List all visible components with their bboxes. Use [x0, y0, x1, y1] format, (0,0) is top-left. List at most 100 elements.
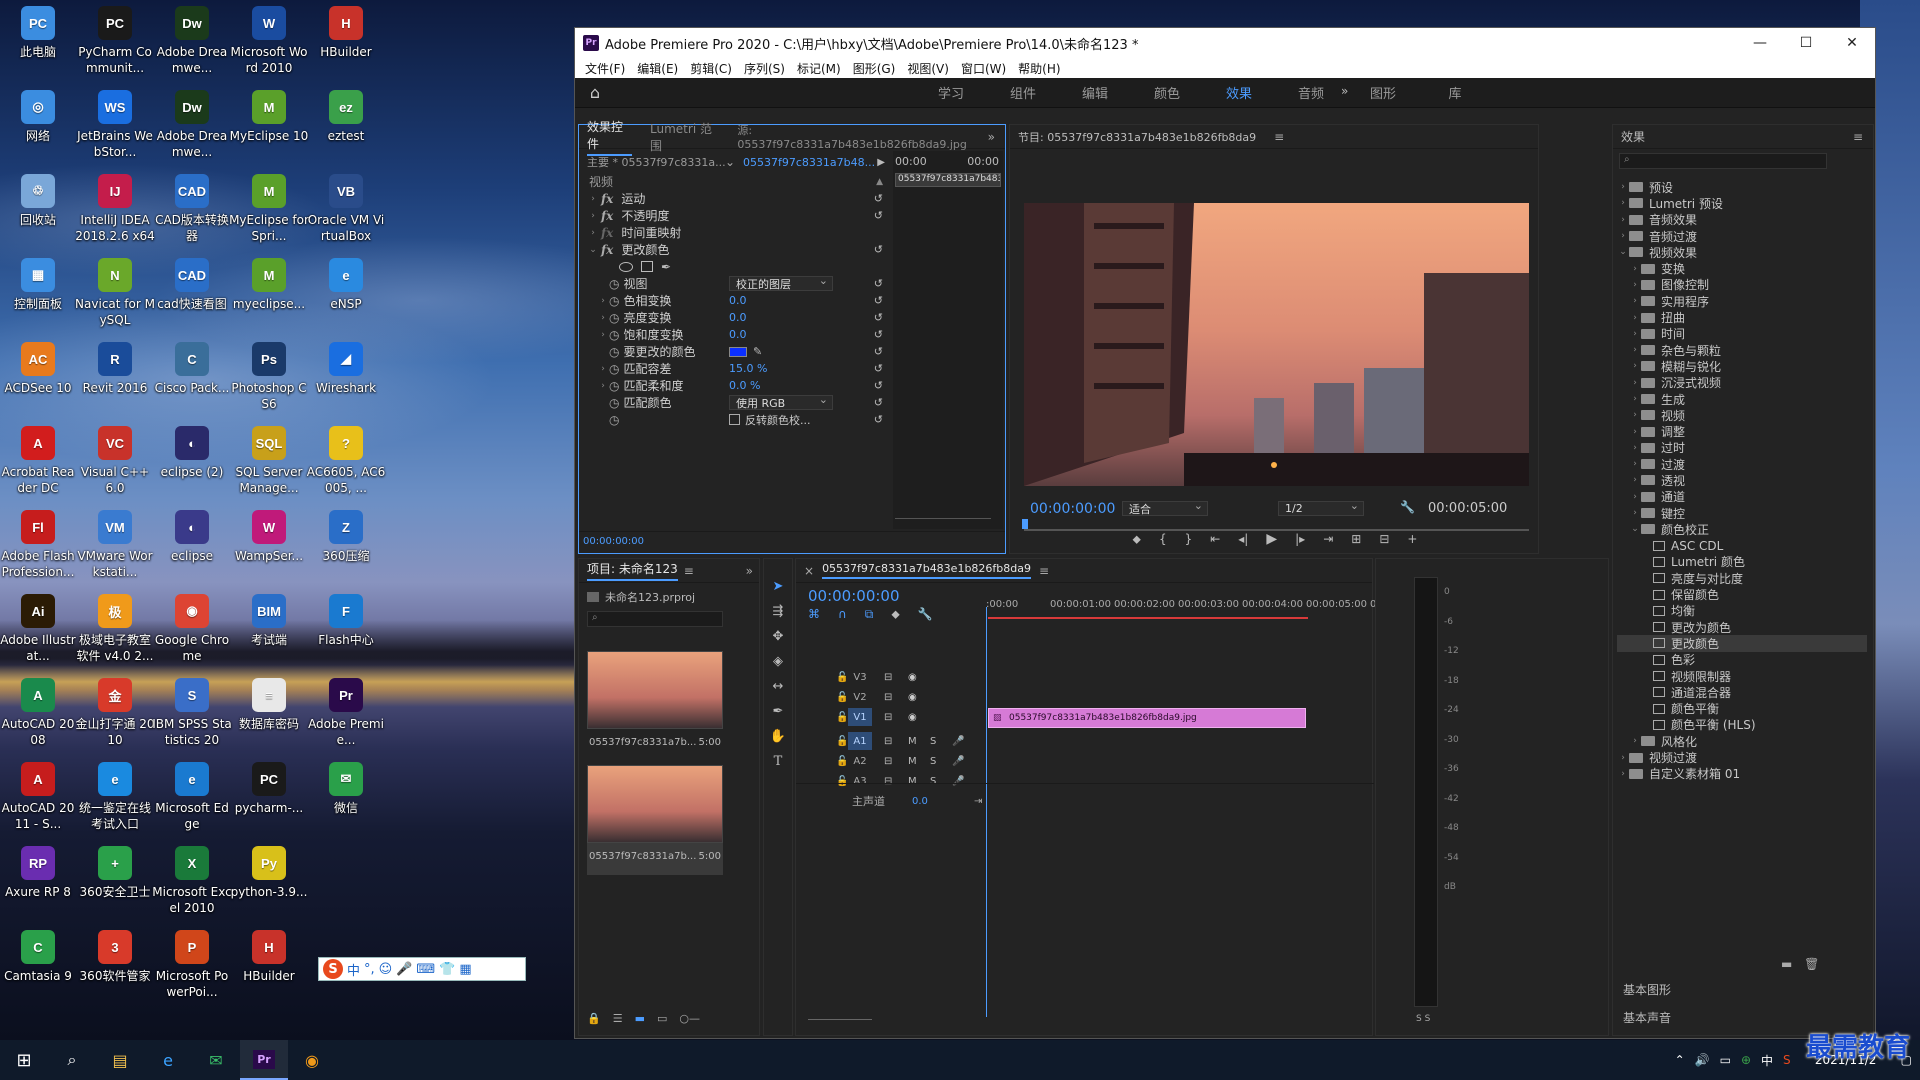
desktop-icon[interactable]: IJ IntelliJ IDEA 2018.2.6 x64 [75, 168, 155, 252]
fx-row-change-color[interactable]: ⌄ fx 更改颜色 ↺ [579, 241, 891, 258]
effects-folder[interactable]: › 沉浸式视频 [1617, 375, 1867, 391]
project-thumb[interactable] [587, 651, 723, 729]
sogou-tray-icon[interactable]: S [1783, 1053, 1791, 1067]
desktop-icon[interactable]: ◉ Google Chrome [154, 588, 230, 672]
effects-folder[interactable]: › 音频效果 [1617, 212, 1867, 228]
desktop-icon[interactable]: M MyEclipse for Spri... [229, 168, 309, 252]
track-target[interactable]: V3 [848, 668, 872, 686]
minimize-button[interactable]: — [1737, 28, 1783, 58]
nest-icon[interactable]: ⌘ [808, 607, 820, 622]
desktop-icon[interactable]: PC pycharm-... [231, 756, 307, 840]
track-target[interactable]: A2 [848, 752, 872, 770]
master-track-row[interactable]: 主声道 0.0 ⇥ [796, 791, 1374, 811]
effects-folder[interactable]: › 视频 [1617, 407, 1867, 423]
hand-tool-icon[interactable]: ✋ [770, 729, 786, 744]
pen-mask-icon[interactable]: ✒ [661, 260, 671, 274]
ime-item-1[interactable]: °, [364, 962, 375, 977]
slip-tool-icon[interactable]: ↔ [773, 679, 784, 694]
ime-item-4[interactable]: ⌨ [416, 962, 435, 977]
mic-icon[interactable]: 🎤 [952, 756, 964, 767]
fx-icon[interactable]: fx [601, 192, 613, 206]
desktop-icon[interactable]: +360安全卫士 [77, 840, 153, 924]
project-search-input[interactable]: ⌕ [587, 611, 723, 627]
fx-icon[interactable]: fx [601, 209, 613, 223]
workspace-effects[interactable]: 效果 [1203, 83, 1275, 102]
reset-icon[interactable]: ↺ [874, 277, 883, 290]
chevron-right-icon[interactable]: › [1629, 410, 1641, 420]
effect-param-row[interactable]: › ◷ 饱和度变换 0.0 ↺ [579, 326, 891, 343]
rect-mask-icon[interactable] [641, 261, 653, 272]
track-lock-icon[interactable]: 🔓 [836, 672, 848, 683]
desktop-icon[interactable]: CAD CAD版本转换器 [154, 168, 230, 252]
eyedropper-icon[interactable]: ✎ [753, 345, 762, 358]
menu-view[interactable]: 视图(V) [901, 60, 955, 77]
freeform-view-icon[interactable]: ▭ [657, 1012, 667, 1025]
desktop-icon[interactable]: ≡ 数据库密码 [231, 672, 307, 756]
expand-arrow-icon[interactable]: › [597, 313, 609, 323]
effect-param-row[interactable]: › ◷ 匹配柔和度 0.0 % ↺ [579, 377, 891, 394]
chevron-down-icon[interactable]: ⌄ [725, 155, 735, 169]
desktop-icon[interactable]: ◎ 网络 [0, 84, 76, 168]
desktop-icon[interactable]: M MyEclipse 10 [230, 84, 308, 168]
tab-lumetri-scopes[interactable]: Lumetri 范围 [650, 120, 719, 154]
track-sync-icon[interactable]: ⊟ [884, 672, 892, 683]
param-value[interactable]: 0.0 [729, 328, 747, 341]
effects-folder[interactable]: › 杂色与颗粒 [1617, 342, 1867, 358]
desktop-icon[interactable]: ez eztest [308, 84, 384, 168]
chevron-down-icon[interactable]: ⌄ [1617, 247, 1629, 257]
master-value[interactable]: 0.0 [912, 796, 928, 807]
track-lock-icon[interactable]: 🔓 [836, 776, 848, 787]
clip-label[interactable]: 05537f97c8331a7b48... [743, 156, 875, 169]
workspace-libraries[interactable]: 库 [1419, 83, 1491, 102]
effects-item[interactable]: 颜色平衡 [1617, 701, 1867, 717]
desktop-icon[interactable]: A AutoCAD 2008 [0, 672, 76, 756]
menu-sequence[interactable]: 序列(S) [738, 60, 791, 77]
effects-folder[interactable]: › 视频过渡 [1617, 749, 1867, 765]
stopwatch-icon[interactable]: ◷ [609, 413, 619, 427]
wechat-icon[interactable]: ✉ [192, 1040, 240, 1080]
desktop-icon[interactable]: S IBM SPSS Statistics 20 [152, 672, 232, 756]
effects-item[interactable]: 通道混合器 [1617, 684, 1867, 700]
invert-checkbox[interactable] [729, 414, 740, 425]
delete-icon[interactable]: 🗑 [1804, 957, 1819, 971]
windows-start-icon[interactable]: ⊞ [0, 1040, 48, 1080]
desktop-icon[interactable]: e eNSP [308, 252, 384, 336]
ime-item-6[interactable]: ▦ [459, 962, 471, 977]
solo-buttons[interactable]: S S [1416, 1014, 1430, 1024]
overwrite-icon[interactable]: ⊟ [1379, 532, 1389, 546]
desktop-icon[interactable]: Ai Adobe Illustrat... [0, 588, 76, 672]
ec-scrollbar[interactable] [895, 518, 991, 524]
desktop-icon[interactable]: ◐ eclipse [154, 504, 230, 588]
expand-arrow-icon[interactable]: › [597, 381, 609, 391]
desktop-icon[interactable]: H HBuilder [308, 0, 384, 84]
chevron-right-icon[interactable]: › [1629, 443, 1641, 453]
panel-menu-icon[interactable]: ≡ [1039, 564, 1049, 578]
chevron-right-icon[interactable]: › [1629, 736, 1641, 746]
track-target[interactable]: V2 [848, 688, 872, 706]
desktop-icon[interactable]: A AutoCAD 2011 - S... [0, 756, 76, 840]
effects-item[interactable]: 亮度与对比度 [1617, 570, 1867, 586]
effects-item[interactable]: 更改为颜色 [1617, 619, 1867, 635]
scroll-up-icon[interactable]: ▲ [876, 177, 883, 187]
track-lock-icon[interactable]: 🔓 [836, 692, 848, 703]
chevron-right-icon[interactable]: › [1617, 182, 1629, 192]
ripple-edit-tool-icon[interactable]: ✥ [773, 629, 784, 644]
desktop-icon[interactable]: 3 360软件管家 [77, 924, 153, 1008]
reset-icon[interactable]: ↺ [874, 243, 883, 256]
effects-folder[interactable]: › 通道 [1617, 489, 1867, 505]
track-solo-button[interactable]: S [930, 776, 936, 787]
desktop-icon[interactable]: N Navicat for MySQL [75, 252, 155, 336]
menu-help[interactable]: 帮助(H) [1012, 60, 1066, 77]
step-forward-icon[interactable]: |▸ [1295, 532, 1305, 546]
snap-icon[interactable]: ∩ [838, 607, 847, 622]
desktop-icon[interactable]: W WampSer... [231, 504, 307, 588]
expand-arrow-icon[interactable]: › [587, 228, 599, 238]
ec-clip-bar[interactable]: 05537f97c8331a7b483e1b826fb8da9.jpg [895, 173, 1001, 187]
desktop-icon[interactable]: RP Axure RP 8 [0, 840, 76, 924]
effects-folder[interactable]: › 图像控制 [1617, 277, 1867, 293]
track-lock-icon[interactable]: 🔓 [836, 756, 848, 767]
effects-folder[interactable]: › 过时 [1617, 440, 1867, 456]
program-video-frame[interactable] [1024, 203, 1529, 486]
chevron-down-icon[interactable]: ⌄ [1629, 524, 1641, 534]
collapse-arrow-icon[interactable]: ⌄ [587, 245, 599, 255]
